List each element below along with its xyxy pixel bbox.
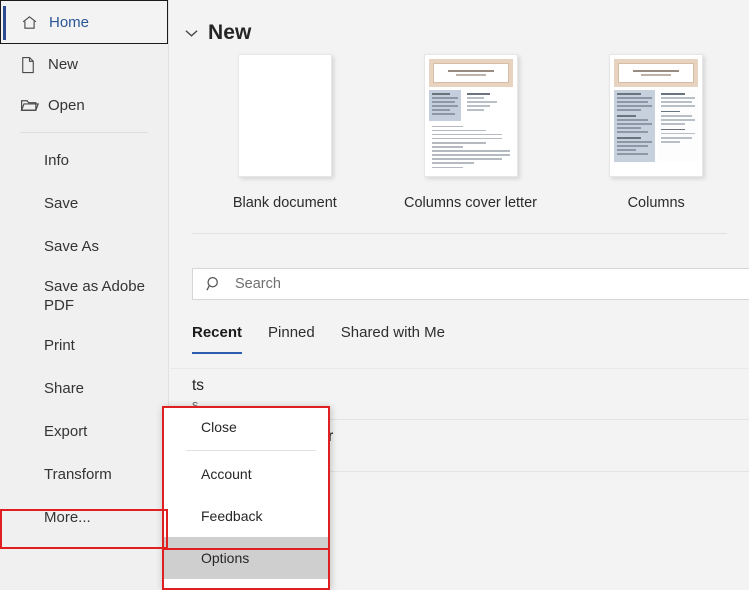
sidebar-item-label-save-as: Save As (44, 238, 100, 255)
menu-item-close[interactable]: Close (162, 406, 330, 448)
sidebar-item-save-as-adobe-pdf[interactable]: Save as Adobe PDF (0, 268, 168, 324)
tab-shared-with-me[interactable]: Shared with Me (341, 324, 445, 354)
menu-divider (186, 450, 316, 451)
menu-item-label-options: Options (201, 550, 250, 566)
sidebar-item-label-open: Open (48, 97, 85, 114)
sidebar-item-save-as[interactable]: Save As (0, 225, 168, 268)
menu-item-options[interactable]: Options (162, 537, 330, 579)
sidebar-item-label-transform: Transform (44, 466, 112, 483)
file-list-tabs: Recent Pinned Shared with Me (192, 324, 749, 354)
sidebar-item-label-print: Print (44, 337, 75, 354)
template-blank-document[interactable]: Blank document (192, 54, 378, 224)
new-section-header: New (170, 0, 749, 46)
tab-recent[interactable]: Recent (192, 324, 243, 354)
more-popup-menu: Close Account Feedback Options (162, 406, 330, 590)
sidebar-item-share[interactable]: Share (0, 367, 168, 410)
section-divider (192, 233, 727, 234)
tab-pinned[interactable]: Pinned (268, 324, 315, 354)
sidebar-item-print[interactable]: Print (0, 324, 168, 367)
menu-item-label-feedback: Feedback (201, 508, 263, 524)
tab-label-recent: Recent (192, 324, 243, 341)
sidebar-item-label-save-as-adobe-pdf: Save as Adobe PDF (44, 278, 145, 314)
menu-item-feedback[interactable]: Feedback (162, 495, 330, 537)
sidebar-item-label-save: Save (44, 195, 79, 212)
sidebar-item-label-info: Info (44, 152, 70, 169)
sidebar-item-export[interactable]: Export (0, 410, 168, 453)
sidebar-item-home[interactable]: Home (0, 0, 168, 44)
template-columns-resume[interactable]: Columns (563, 54, 749, 224)
template-columns-cover-letter[interactable]: Columns cover letter (378, 54, 564, 224)
menu-item-label-account: Account (201, 466, 252, 482)
template-gallery: Blank document Columns cover letter Colu… (170, 54, 749, 224)
template-thumbnail-cover-letter (423, 54, 518, 177)
page-title: New (208, 21, 252, 44)
menu-item-account[interactable]: Account (162, 453, 330, 495)
tab-label-shared-with-me: Shared with Me (340, 324, 445, 341)
template-label-columns: Columns (627, 195, 685, 211)
word-backstage-view: Home New Open Info Save Save As Save as … (0, 0, 749, 590)
sidebar-item-new[interactable]: New (0, 44, 168, 85)
search-input[interactable] (235, 269, 749, 299)
sidebar-item-label-more: More... (44, 509, 91, 526)
sidebar-item-label-share: Share (44, 380, 85, 397)
backstage-sidebar: Home New Open Info Save Save As Save as … (0, 0, 169, 590)
sidebar-item-save[interactable]: Save (0, 182, 168, 225)
menu-item-label-close: Close (201, 419, 237, 435)
home-icon (21, 14, 45, 31)
sidebar-item-transform[interactable]: Transform (0, 453, 168, 496)
sidebar-item-label-new: New (48, 56, 79, 73)
sidebar-item-label-export: Export (44, 423, 88, 440)
document-icon (20, 56, 44, 74)
sidebar-item-open[interactable]: Open (0, 85, 168, 126)
tab-label-pinned: Pinned (268, 324, 315, 341)
search-bar[interactable] (192, 268, 749, 300)
sidebar-divider (20, 132, 148, 133)
sidebar-item-more[interactable]: More... (0, 496, 168, 539)
chevron-down-icon[interactable] (180, 29, 202, 38)
sidebar-item-label-home: Home (49, 13, 90, 31)
search-icon (193, 276, 235, 292)
file-name: ts (192, 376, 205, 394)
template-label-cover-letter: Columns cover letter (404, 195, 537, 211)
template-thumbnail-blank (237, 54, 332, 177)
template-label-blank: Blank document (232, 195, 337, 211)
sidebar-item-info[interactable]: Info (0, 139, 168, 182)
template-thumbnail-columns (609, 54, 704, 177)
folder-icon (20, 97, 44, 114)
